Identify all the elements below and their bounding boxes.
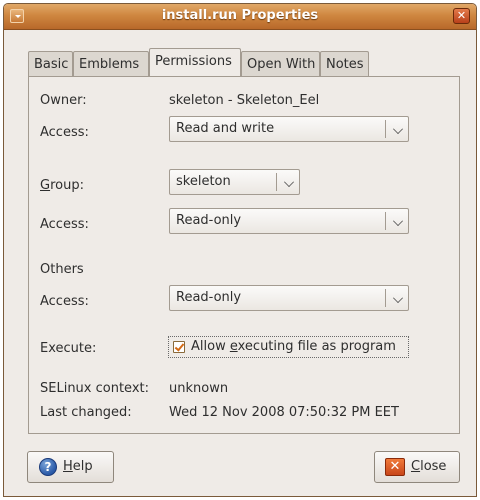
tab-notes[interactable]: Notes	[320, 51, 369, 77]
tab-emblems[interactable]: Emblems	[73, 51, 149, 77]
execute-label: Execute:	[40, 341, 97, 356]
chevron-down-icon	[393, 124, 403, 134]
execute-checkbox-label: Allow executing file as program	[191, 339, 396, 354]
help-mnemonic: H	[63, 459, 73, 474]
combo-separator	[385, 212, 386, 230]
execute-checkbox[interactable]: Allow executing file as program	[168, 336, 409, 358]
close-mnemonic: C	[411, 459, 421, 474]
close-button[interactable]: ✕ Close	[374, 451, 460, 483]
close-button-label: Close	[411, 459, 446, 474]
tab-permissions[interactable]: Permissions	[149, 48, 241, 76]
tab-basic[interactable]: Basic	[28, 51, 73, 77]
group-label: Group:	[40, 178, 84, 193]
selinux-value: unknown	[169, 381, 229, 396]
checkbox-checked-icon[interactable]	[173, 341, 185, 353]
group-label-rest: roup:	[50, 178, 84, 193]
others-access-value: Read-only	[176, 290, 242, 305]
execute-checkbox-label-rest: xecuting file as program	[237, 339, 396, 354]
group-access-select[interactable]: Read-only	[169, 208, 409, 234]
owner-access-select[interactable]: Read and write	[169, 116, 409, 142]
group-value: skeleton	[176, 174, 231, 189]
group-access-value: Read-only	[176, 213, 242, 228]
tab-open-with[interactable]: Open With	[241, 51, 320, 77]
close-icon: ✕	[385, 458, 405, 476]
last-changed-value: Wed 12 Nov 2008 07:50:32 PM EET	[169, 405, 399, 420]
owner-label: Owner:	[40, 93, 87, 108]
combo-separator	[385, 120, 386, 138]
help-button[interactable]: ? Help	[27, 451, 114, 483]
title-bar[interactable]: install.run Properties ✕	[4, 4, 476, 30]
owner-access-label: Access:	[40, 125, 89, 140]
properties-window: install.run Properties ✕ Basic Emblems P…	[3, 3, 477, 497]
owner-access-value: Read and write	[176, 121, 275, 136]
others-heading: Others	[40, 262, 84, 277]
close-label-rest: lose	[420, 459, 447, 474]
last-changed-label: Last changed:	[40, 405, 132, 420]
execute-checkbox-label-pre: Allow	[191, 339, 230, 354]
window-title: install.run Properties	[161, 8, 319, 23]
execute-checkbox-mnemonic: e	[229, 339, 238, 354]
chevron-down-icon	[393, 293, 403, 303]
combo-separator	[385, 289, 386, 307]
window-close-icon[interactable]: ✕	[453, 8, 470, 24]
chevron-down-icon	[393, 216, 403, 226]
chevron-down-icon	[284, 177, 294, 187]
group-select[interactable]: skeleton	[169, 169, 300, 195]
owner-value: skeleton - Skeleton_Eel	[169, 93, 320, 108]
selinux-label: SELinux context:	[40, 381, 150, 396]
help-label-rest: elp	[72, 459, 93, 474]
combo-separator	[276, 173, 277, 191]
others-access-select[interactable]: Read-only	[169, 285, 409, 311]
others-access-label: Access:	[40, 294, 89, 309]
help-icon: ?	[39, 458, 57, 476]
group-access-label: Access:	[40, 217, 89, 232]
help-button-label: Help	[63, 459, 93, 474]
group-label-mnemonic: G	[40, 178, 51, 193]
